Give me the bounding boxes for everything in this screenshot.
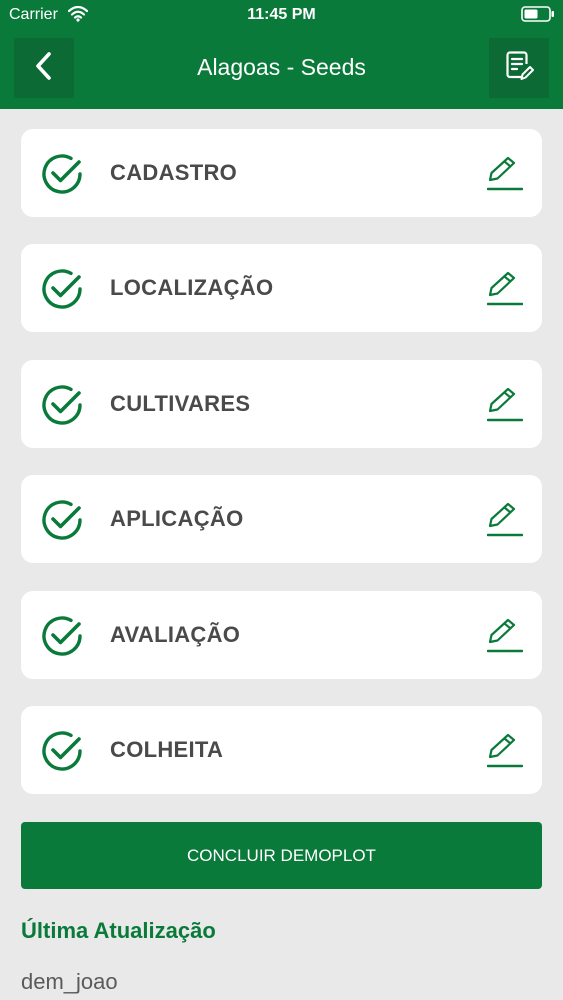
- check-circle-icon: [41, 384, 83, 431]
- status-time: 11:45 PM: [247, 6, 316, 23]
- status-bar: Carrier 11:45 PM: [0, 0, 563, 30]
- battery-icon: [521, 6, 555, 27]
- section-card-colheita[interactable]: COLHEITA: [21, 706, 542, 794]
- section-label: CADASTRO: [110, 160, 238, 185]
- app-header: Carrier 11:45 PM Alagoas - Seeds: [0, 0, 563, 109]
- conclude-demoplot-button[interactable]: CONCLUIR DEMOPLOT: [21, 822, 542, 889]
- edit-icon[interactable]: [486, 732, 524, 773]
- edit-icon[interactable]: [486, 270, 524, 311]
- section-label: AVALIAÇÃO: [110, 622, 241, 647]
- edit-icon[interactable]: [486, 501, 524, 542]
- section-label: LOCALIZAÇÃO: [110, 275, 274, 300]
- check-circle-icon: [41, 268, 83, 315]
- section-card-aplicacao[interactable]: APLICAÇÃO: [21, 475, 542, 563]
- section-card-cultivares[interactable]: CULTIVARES: [21, 360, 542, 448]
- edit-icon[interactable]: [486, 617, 524, 658]
- check-circle-icon: [41, 730, 83, 777]
- edit-icon[interactable]: [486, 386, 524, 427]
- section-card-avaliacao[interactable]: AVALIAÇÃO: [21, 591, 542, 679]
- section-label: COLHEITA: [110, 737, 224, 762]
- section-card-cadastro[interactable]: CADASTRO: [21, 129, 542, 217]
- chevron-left-icon: [33, 51, 55, 86]
- check-circle-icon: [41, 499, 83, 546]
- notes-edit-icon: [504, 50, 534, 87]
- edit-icon[interactable]: [486, 155, 524, 196]
- section-label: APLICAÇÃO: [110, 506, 244, 531]
- back-button[interactable]: [14, 38, 74, 98]
- last-update-heading: Última Atualização: [21, 918, 216, 943]
- section-label: CULTIVARES: [110, 391, 251, 416]
- last-update-user: dem_joao: [21, 969, 118, 994]
- check-circle-icon: [41, 153, 83, 200]
- check-circle-icon: [41, 615, 83, 662]
- section-card-localizacao[interactable]: LOCALIZAÇÃO: [21, 244, 542, 332]
- page-title: Alagoas - Seeds: [197, 54, 366, 80]
- notes-button[interactable]: [489, 38, 549, 98]
